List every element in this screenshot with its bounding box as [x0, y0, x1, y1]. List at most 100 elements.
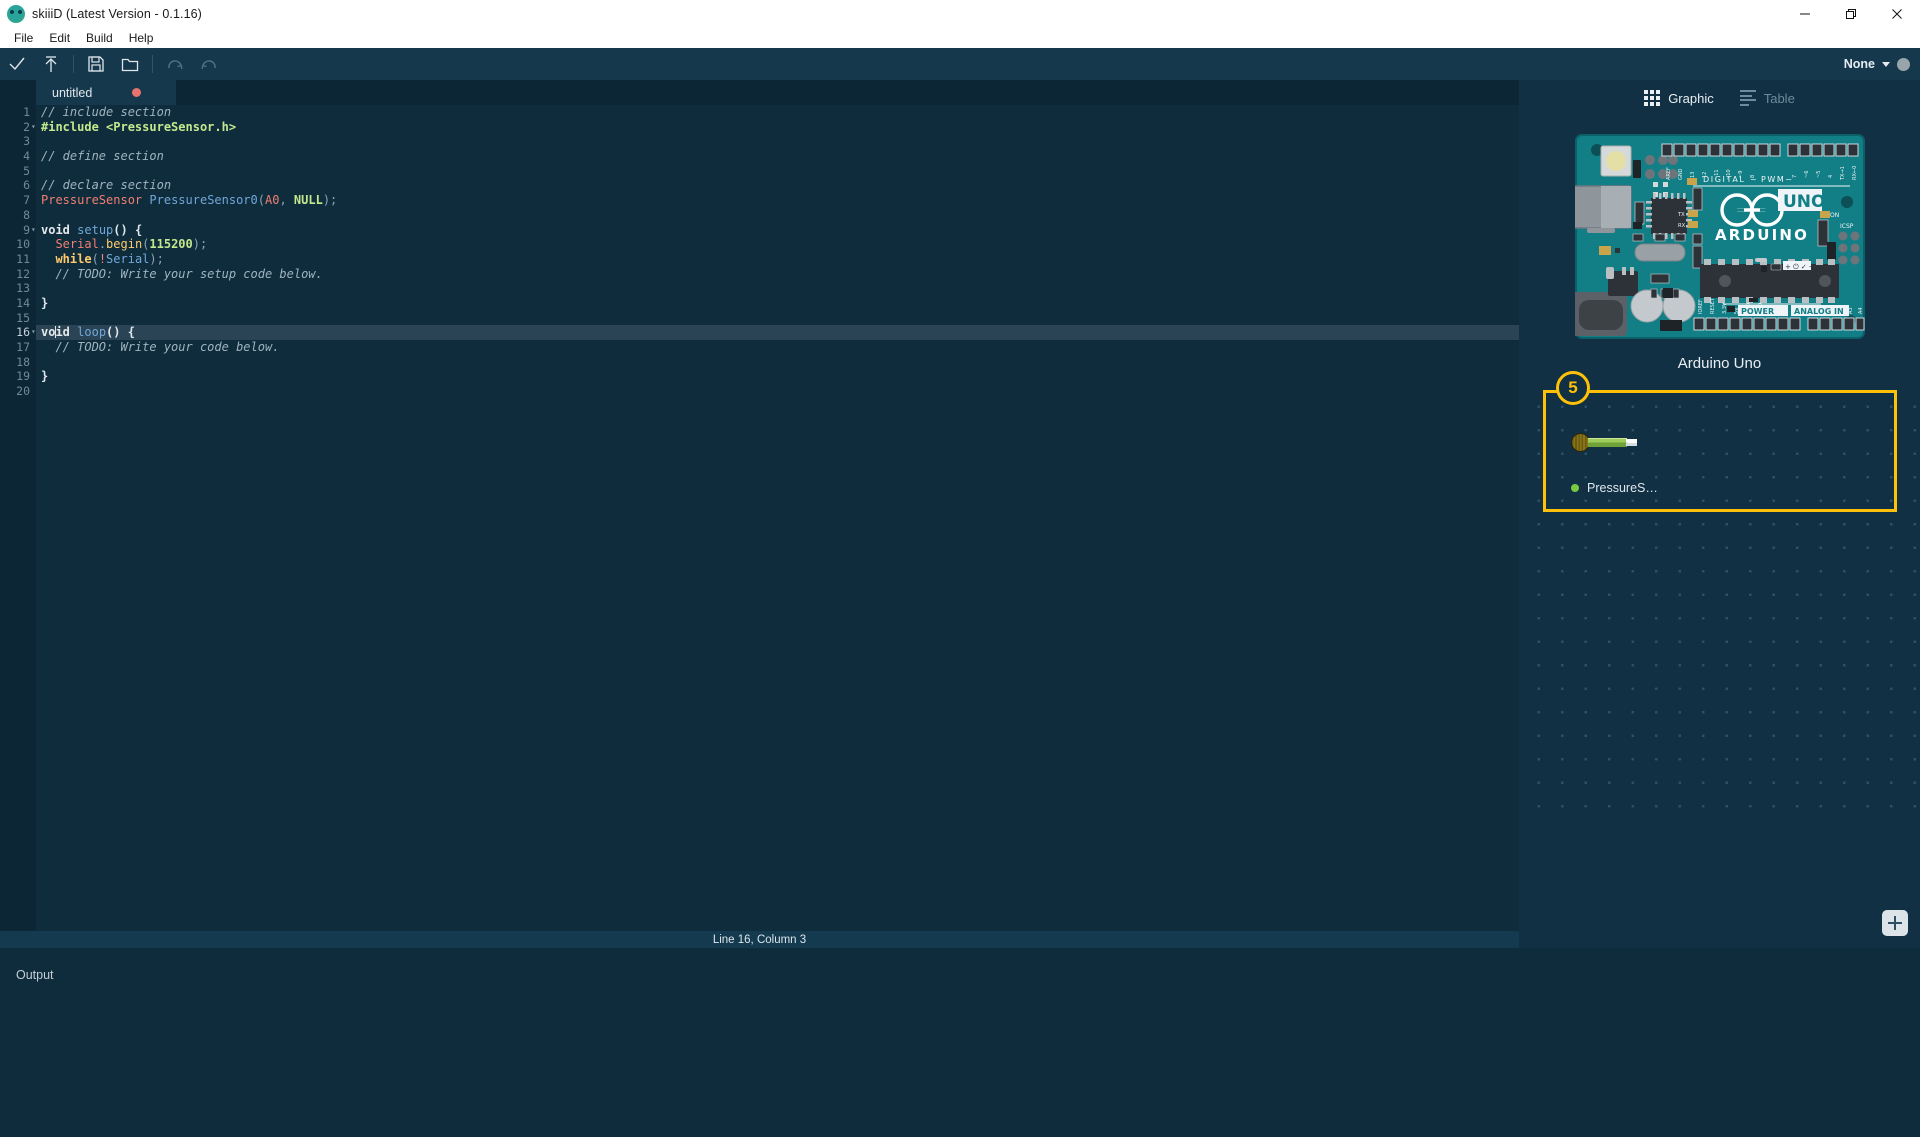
fold-toggle-icon[interactable]: ▾ — [31, 120, 36, 135]
redo-button[interactable] — [158, 48, 192, 80]
code-line[interactable]: 14} — [16, 296, 1519, 311]
minimize-icon[interactable] — [1782, 0, 1828, 28]
sensor-body — [1588, 438, 1627, 447]
line-number: 10 — [16, 237, 30, 252]
code-token: while — [55, 251, 92, 266]
code-token: // declare section — [41, 178, 172, 193]
arduino-uno-board-image[interactable]: AREF GND 13 12 ~11 ~10 ~9 8 7 ~6 ~5 4 TX… — [1574, 134, 1865, 339]
tab-table[interactable]: Table — [1739, 90, 1795, 106]
undo-button[interactable] — [192, 48, 226, 80]
code-token: () { — [113, 222, 143, 237]
skiiid-logo-icon — [7, 5, 25, 23]
component-list-item[interactable]: PressureS… — [1571, 481, 1658, 495]
close-icon[interactable] — [1874, 0, 1920, 28]
toolbar-build-group — [0, 48, 68, 80]
title-bar: skiiiD (Latest Version - 0.1.16) — [0, 0, 1920, 28]
code-line[interactable]: 3 — [23, 134, 1519, 149]
chevron-down-icon[interactable] — [1882, 61, 1890, 67]
unsaved-indicator-icon[interactable] — [132, 88, 142, 97]
code-line[interactable]: 2 ▾ #include <PressureSensor.h> — [23, 120, 1519, 135]
code-line[interactable]: 15 — [16, 311, 1519, 326]
code-token: void — [41, 222, 70, 237]
svg-text:~: ~ — [1750, 175, 1757, 184]
svg-text:POWER: POWER — [1741, 307, 1774, 316]
code-line[interactable]: 17 // TODO: Write your code below. — [16, 340, 1519, 355]
code-token: PressureSensor — [41, 193, 143, 208]
code-token: Serial — [55, 237, 99, 252]
code-token: () { — [106, 325, 135, 340]
code-line[interactable]: 5 — [23, 164, 1519, 179]
code-text-area[interactable]: 1 // include section 2 ▾ #include <PressureS… — [16, 105, 1519, 931]
line-number: 15 — [16, 310, 30, 325]
svg-text:RESET: RESET — [1710, 297, 1716, 314]
selection-step-badge: 5 — [1556, 371, 1590, 405]
menu-bar: File Edit Build Help — [0, 28, 1920, 48]
line-number: 3 — [23, 134, 30, 149]
code-token: begin — [106, 237, 143, 252]
code-editor[interactable]: 1 // include section 2 ▾ #include <PressureS… — [0, 105, 1519, 931]
code-line[interactable]: 18 — [16, 355, 1519, 370]
port-selector-label[interactable]: None — [1844, 57, 1875, 71]
tab-strip-lead — [0, 80, 36, 105]
code-line[interactable]: 7 PressureSensor PressureSensor0(A0, NULL… — [23, 193, 1519, 208]
code-line[interactable]: 19} — [16, 369, 1519, 384]
line-number: 4 — [23, 149, 30, 164]
code-token: loop — [77, 325, 107, 340]
output-label: Output — [16, 968, 54, 982]
add-component-button[interactable] — [1882, 910, 1908, 936]
code-line[interactable]: 13 — [16, 281, 1519, 296]
code-token: // TODO: Write your code below. — [41, 340, 280, 354]
component-status-dot — [1571, 484, 1579, 492]
verify-button[interactable] — [0, 48, 34, 80]
toolbar-port-area: None — [1844, 48, 1910, 80]
component-canvas[interactable]: 5 PressureS… — [1519, 371, 1920, 810]
code-token: // include section — [41, 105, 172, 119]
tab-untitled[interactable]: untitled — [36, 80, 176, 105]
code-token: A0 — [265, 193, 280, 208]
svg-text:IOREF: IOREF — [1698, 299, 1704, 314]
open-button[interactable] — [113, 48, 147, 80]
menu-item-help[interactable]: Help — [121, 29, 162, 48]
maximize-icon[interactable] — [1828, 0, 1874, 28]
code-line[interactable]: 9 ▾ void setup() { — [23, 222, 1519, 238]
code-line[interactable]: 11 while(!Serial); — [16, 251, 1519, 267]
code-line[interactable]: 12 // TODO: Write your setup code below. — [16, 267, 1519, 282]
tab-table-label: Table — [1763, 90, 1795, 106]
code-line[interactable]: 10 Serial.begin(115200); — [16, 237, 1519, 252]
line-number: 16 — [16, 325, 30, 340]
upload-button[interactable] — [34, 48, 68, 80]
code-token: id — [55, 325, 70, 340]
code-line[interactable]: 6 // declare section — [23, 178, 1519, 193]
menu-item-edit[interactable]: Edit — [41, 29, 78, 48]
svg-text:UNO: UNO — [1783, 192, 1825, 212]
selection-highlight-box[interactable]: 5 PressureS… — [1543, 371, 1897, 512]
code-line[interactable]: 16 ▾ void loop() { — [16, 325, 1519, 340]
code-token: ); — [322, 193, 338, 208]
fold-toggle-icon[interactable]: ▾ — [31, 325, 36, 340]
line-number: 9 — [23, 222, 30, 237]
code-token: ); — [149, 251, 164, 266]
code-token: ( — [257, 193, 265, 208]
menu-item-file[interactable]: File — [6, 29, 41, 48]
menu-item-build[interactable]: Build — [78, 29, 121, 48]
code-token: PressureSensor0 — [149, 193, 258, 208]
save-button[interactable] — [79, 48, 113, 80]
svg-text:A4: A4 — [1858, 307, 1864, 314]
sensor-tip — [1626, 439, 1637, 446]
pressure-sensor-icon[interactable] — [1571, 433, 1637, 452]
folder-icon — [121, 55, 139, 73]
tab-graphic-label: Graphic — [1668, 90, 1714, 106]
line-number: 1 — [23, 105, 30, 119]
code-line[interactable]: 1 // include section — [23, 105, 1519, 120]
line-number: 20 — [16, 384, 30, 399]
code-token: , — [279, 193, 294, 208]
code-line[interactable]: 8 — [23, 208, 1519, 223]
check-icon — [7, 54, 27, 74]
svg-text:~6: ~6 — [1804, 171, 1810, 178]
code-token: setup — [77, 222, 114, 237]
board-illustration-wrap: AREF GND 13 12 ~11 ~10 ~9 8 7 ~6 ~5 4 TX… — [1519, 134, 1920, 339]
tab-graphic[interactable]: Graphic — [1644, 90, 1714, 106]
code-line[interactable]: 4 // define section — [23, 149, 1519, 164]
code-line[interactable]: 20 — [16, 384, 1519, 399]
fold-toggle-icon[interactable]: ▾ — [31, 223, 36, 238]
